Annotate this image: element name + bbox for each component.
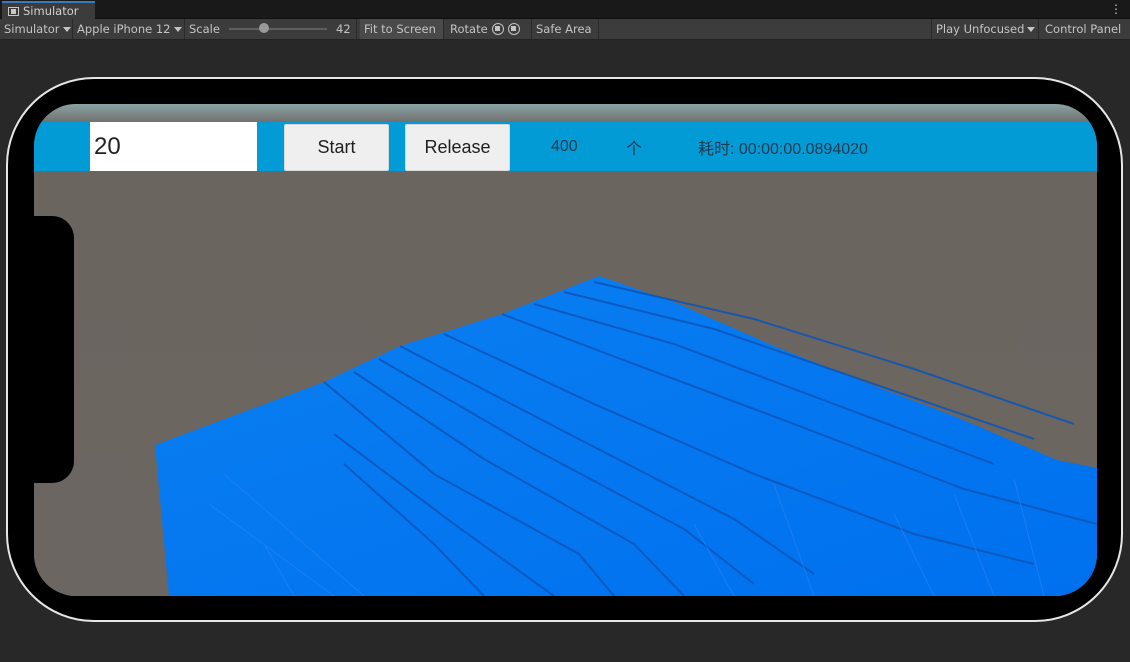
rotate-control: Rotate xyxy=(446,19,532,39)
editor-tab-bar: Simulator ⋮ xyxy=(0,0,1130,19)
elapsed-time: 耗时: 00:00:00.0894020 xyxy=(698,140,868,158)
cube-grid-scene xyxy=(155,276,1097,596)
device-screen: Start Release 400 个 耗时: 00:00:00.0894020 xyxy=(34,104,1097,596)
start-button[interactable]: Start xyxy=(284,124,389,171)
simulator-window-icon xyxy=(8,6,19,16)
kebab-icon[interactable]: ⋮ xyxy=(1110,2,1122,16)
device-label: Apple iPhone 12 xyxy=(77,22,171,36)
safe-area-toggle[interactable]: Safe Area xyxy=(532,19,599,39)
object-count: 400 xyxy=(551,137,578,155)
rotate-left-icon[interactable] xyxy=(491,23,504,35)
scale-label: Scale xyxy=(189,22,220,36)
game-ui-bar: Start Release 400 个 耗时: 00:00:00.0894020 xyxy=(34,122,1097,171)
scale-slider-track[interactable] xyxy=(229,28,327,30)
scale-slider-thumb[interactable] xyxy=(259,23,269,33)
rotate-right-icon[interactable] xyxy=(507,23,520,35)
chevron-down-icon xyxy=(173,26,182,32)
simulator-view-label: Simulator xyxy=(4,22,60,36)
control-panel-label: Control Panel xyxy=(1045,22,1122,36)
control-panel-button[interactable]: Control Panel xyxy=(1041,19,1130,39)
play-mode-label: Play Unfocused xyxy=(936,22,1025,36)
fit-to-screen-button[interactable]: Fit to Screen xyxy=(360,19,444,39)
simulator-tab-label: Simulator xyxy=(23,4,79,18)
count-unit: 个 xyxy=(626,140,643,158)
cube-surface xyxy=(155,276,1097,596)
cube-count-input[interactable] xyxy=(90,122,257,171)
device-notch xyxy=(33,216,74,483)
device-dropdown[interactable]: Apple iPhone 12 xyxy=(73,19,185,39)
chevron-down-icon xyxy=(1027,26,1036,32)
play-mode-dropdown[interactable]: Play Unfocused xyxy=(931,19,1039,39)
rotate-label: Rotate xyxy=(450,22,488,36)
chevron-down-icon xyxy=(62,26,71,32)
safe-area-label: Safe Area xyxy=(536,22,592,36)
fit-to-screen-label: Fit to Screen xyxy=(364,22,436,36)
simulator-view-dropdown[interactable]: Simulator xyxy=(0,19,73,39)
release-button[interactable]: Release xyxy=(405,124,510,171)
simulator-tab[interactable]: Simulator xyxy=(2,1,95,19)
scale-value: 42 xyxy=(336,22,351,36)
simulator-toolbar: Simulator Apple iPhone 12 Scale 42 Fit t… xyxy=(0,19,1130,40)
